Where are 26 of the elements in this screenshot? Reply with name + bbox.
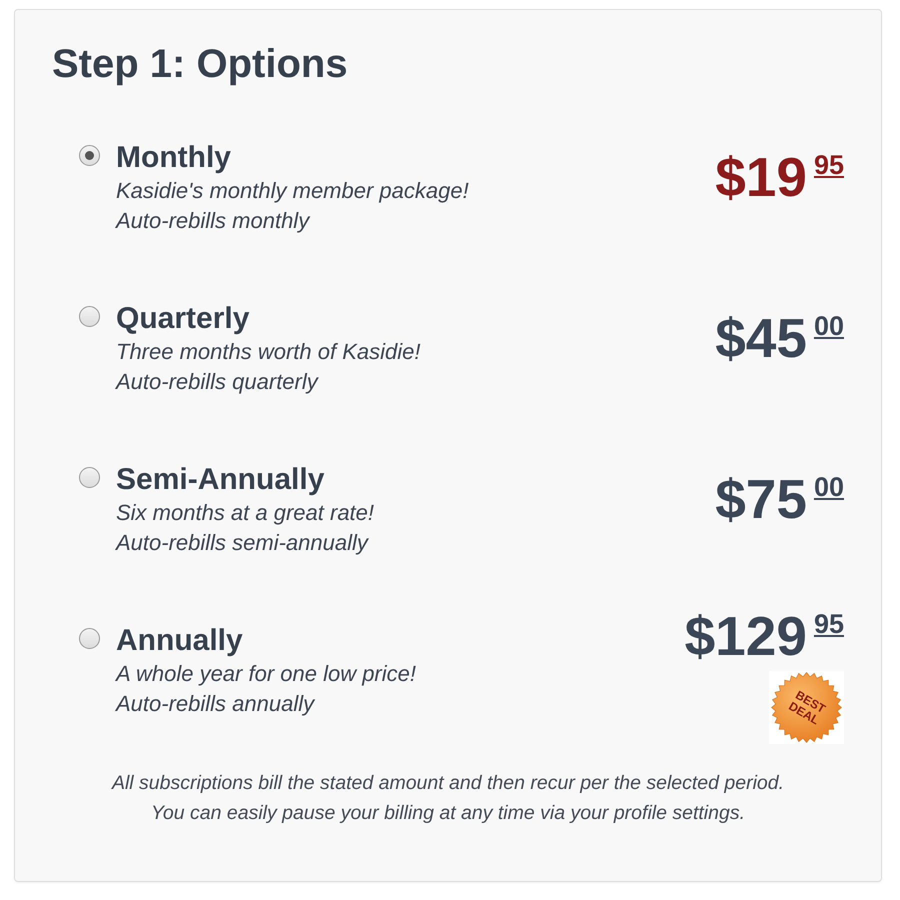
price-cents: 95 xyxy=(814,150,844,180)
plan-billing: Auto-rebills annually xyxy=(116,690,316,718)
price-amount: $75 xyxy=(715,468,807,530)
price-amount: $45 xyxy=(715,307,807,369)
billing-footnote: All subscriptions bill the stated amount and then recur per the selected period. You can easily pause your billing at any time via your profile settings. xyxy=(110,771,786,826)
plan-description: Kasidie's monthly member package! xyxy=(116,177,469,205)
radio-button[interactable] xyxy=(79,467,100,488)
price-amount: $19 xyxy=(715,146,807,208)
radio-button[interactable] xyxy=(79,306,100,327)
radio-button[interactable] xyxy=(79,628,100,649)
plan-description: Six months at a great rate! xyxy=(116,499,374,527)
plan-description: A whole year for one low price! xyxy=(116,660,416,688)
plan-billing: Auto-rebills semi-annually xyxy=(116,529,370,557)
plan-name: Quarterly xyxy=(116,301,250,337)
price-cents: 95 xyxy=(814,609,844,639)
section-title: Step 1: Options xyxy=(52,41,349,88)
plan-billing: Auto-rebills quarterly xyxy=(116,368,320,396)
plan-name: Monthly xyxy=(116,140,232,176)
radio-button[interactable] xyxy=(79,145,100,166)
price-amount: $129 xyxy=(684,605,807,667)
price-cents: 00 xyxy=(814,472,844,502)
price-cents: 00 xyxy=(814,311,844,341)
plan-name: Annually xyxy=(116,623,244,659)
plan-description: Three months worth of Kasidie! xyxy=(116,338,420,366)
plan-billing: Auto-rebills monthly xyxy=(116,207,312,235)
plan-name: Semi-Annually xyxy=(116,462,326,498)
